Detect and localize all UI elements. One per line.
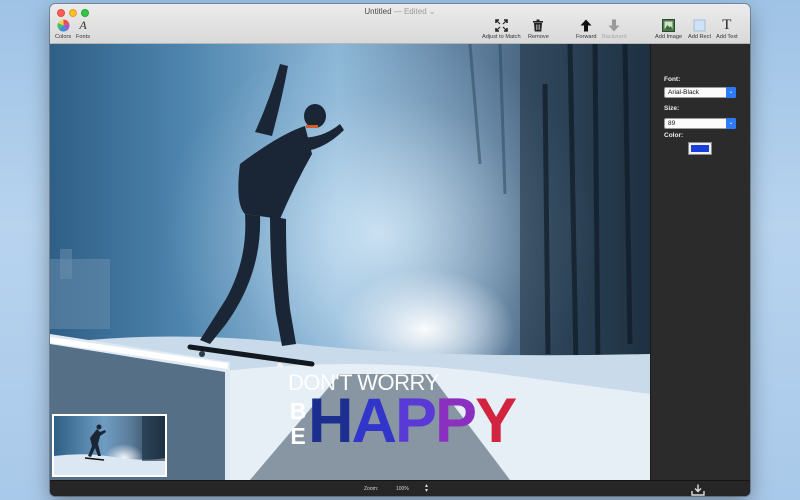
- backward-button[interactable]: Backward: [602, 18, 627, 40]
- font-label: Font:: [664, 76, 681, 83]
- forward-button[interactable]: Forward: [576, 18, 597, 40]
- toolbar: Untitled — Edited ⌄ Colors A Fonts Adjus…: [50, 4, 750, 44]
- inspector-panel: Font: Arial-Black ⌄ Size: 89 ⌄ Color:: [650, 44, 750, 480]
- chevron-updown-icon: ⌄: [726, 118, 736, 129]
- fonts-button[interactable]: A Fonts: [76, 17, 90, 41]
- rectangle-icon: [693, 18, 707, 32]
- colors-button[interactable]: Colors: [55, 18, 71, 40]
- zoom-label: Zoom:: [364, 486, 379, 492]
- image-icon: [662, 18, 676, 32]
- adjust-to-match-button[interactable]: Adjust to Match: [482, 18, 521, 40]
- text-layer-happy[interactable]: HAPPY: [308, 386, 517, 456]
- color-well[interactable]: [688, 142, 712, 155]
- edited-indicator: — Edited: [393, 7, 427, 16]
- remove-button[interactable]: Remove: [528, 18, 549, 40]
- zoom-stepper[interactable]: ▴ ▾: [425, 483, 428, 494]
- thumbnail-preview: [54, 416, 165, 475]
- editor-canvas[interactable]: DON'T WORRY B E HAPPY: [50, 44, 650, 480]
- export-button[interactable]: [691, 483, 705, 496]
- color-wheel-icon: [56, 18, 70, 32]
- trash-icon: [531, 18, 545, 32]
- arrow-down-icon: [607, 18, 621, 32]
- document-title[interactable]: Untitled — Edited ⌄: [50, 7, 750, 16]
- arrow-up-icon: [579, 18, 593, 32]
- add-text-button[interactable]: T Add Text: [716, 17, 738, 41]
- download-tray-icon: [691, 484, 705, 496]
- navigator-thumbnail[interactable]: [52, 414, 167, 477]
- font-italic-a-icon: A: [79, 17, 87, 32]
- add-image-button[interactable]: Add Image: [655, 18, 682, 40]
- font-select[interactable]: Arial-Black ⌄: [664, 87, 736, 98]
- color-label: Color:: [664, 132, 684, 139]
- chevron-down-icon: ⌄: [428, 7, 436, 16]
- status-bar: Zoom: 100% ▴ ▾: [50, 480, 750, 496]
- text-layer-be[interactable]: B E: [288, 399, 308, 449]
- app-window: Untitled — Edited ⌄ Colors A Fonts Adjus…: [50, 4, 750, 496]
- text-T-icon: T: [722, 17, 732, 33]
- color-swatch-fill: [691, 145, 709, 152]
- zoom-value: 100%: [396, 486, 409, 492]
- chevron-updown-icon: ⌄: [726, 87, 736, 98]
- size-label: Size:: [664, 105, 680, 112]
- expand-arrows-icon: [494, 18, 508, 32]
- add-rect-button[interactable]: Add Rect: [688, 18, 711, 40]
- document-name: Untitled: [364, 7, 392, 16]
- size-select[interactable]: 89 ⌄: [664, 118, 736, 129]
